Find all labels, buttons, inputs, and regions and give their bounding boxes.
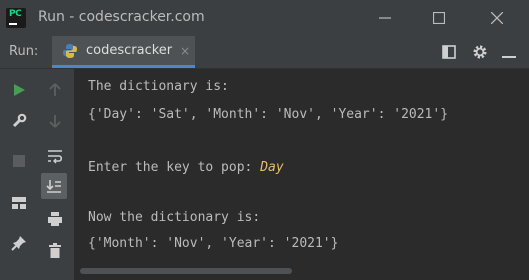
console-output[interactable]: The dictionary is: {'Day': 'Sat', 'Month… [74,69,529,280]
modify-run-config-button[interactable] [6,108,32,134]
settings-button[interactable] [469,40,491,64]
close-icon [491,12,503,24]
stop-icon [13,155,25,167]
console-input-line: Enter the key to pop: Day [88,160,284,175]
down-arrow-icon [49,115,61,128]
maximize-button[interactable] [415,0,463,36]
hide-button[interactable] [498,40,520,64]
hide-icon [502,56,516,58]
tab-codescracker[interactable]: codescracker × [52,36,195,68]
user-input-value: Day [260,160,284,175]
console-line: Now the dictionary is: [88,210,261,225]
horizontal-scrollbar[interactable] [80,268,292,274]
gear-icon [473,45,487,59]
pin-icon [11,236,26,251]
close-button[interactable] [473,0,521,36]
console-line: {'Day': 'Sat', 'Month': 'Nov', 'Year': '… [88,107,449,122]
previous-occurrence-button[interactable] [42,77,68,103]
python-icon [63,44,77,58]
soft-wrap-icon [48,150,63,164]
clear-all-button[interactable] [42,238,68,264]
restore-layout-button[interactable] [6,190,32,216]
soft-wrap-button[interactable] [42,143,68,169]
window-title: Run - codescracker.com [38,9,205,25]
next-occurrence-button[interactable] [42,108,68,134]
minimize-icon [379,17,391,19]
tab-label: codescracker [86,43,173,58]
layout-icon [12,197,26,209]
layout-button[interactable] [438,40,460,64]
tab-close-icon[interactable]: × [180,44,190,58]
wrench-icon [12,113,27,128]
rerun-button[interactable] [6,77,32,103]
pin-tab-button[interactable] [6,230,32,256]
pycharm-logo-icon: PC [6,8,26,28]
input-prompt: Enter the key to pop: [88,160,261,175]
scroll-to-end-button[interactable] [41,173,67,199]
console-line: The dictionary is: [88,79,229,94]
print-button[interactable] [42,206,68,232]
console-line: {'Month': 'Nov', 'Year': '2021'} [88,236,339,251]
run-icon [14,84,25,96]
minimize-button[interactable] [361,0,409,36]
run-label: Run: [9,44,39,59]
run-sidebar [0,69,74,280]
print-icon [48,212,62,226]
layout-icon [442,45,456,59]
title-bar: PC Run - codescracker.com [0,0,529,36]
stop-button[interactable] [6,148,32,174]
trash-icon [49,243,61,258]
scroll-to-end-icon [46,180,61,193]
up-arrow-icon [49,83,61,96]
maximize-icon [433,12,445,24]
